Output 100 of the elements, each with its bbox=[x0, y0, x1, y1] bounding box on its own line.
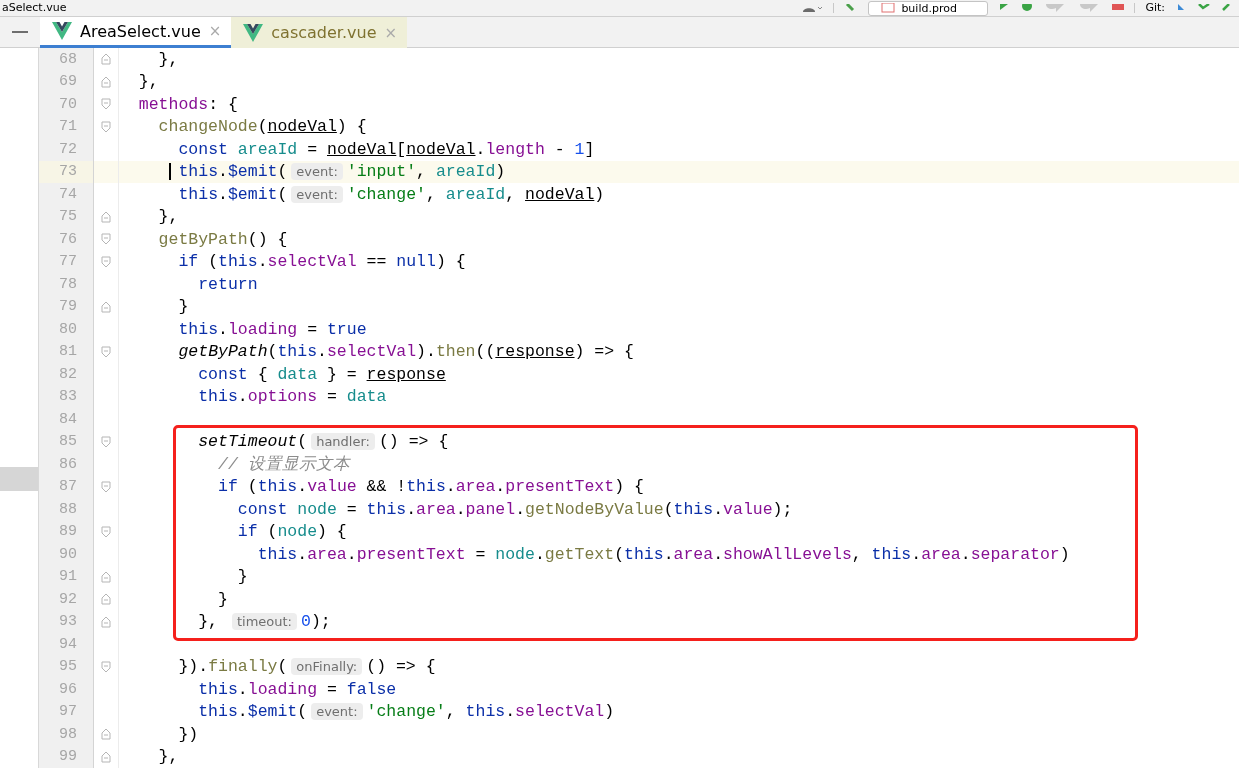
fold-icon[interactable] bbox=[101, 210, 111, 223]
code-text: () => { bbox=[378, 432, 449, 452]
code-text: }, bbox=[198, 612, 220, 632]
parameter-hint: event: bbox=[311, 703, 363, 721]
code-text: 'change', this.selectVal) bbox=[366, 702, 615, 722]
code-text: if (node) { bbox=[237, 522, 347, 542]
line-number: 89 bbox=[58, 523, 77, 541]
line-number: 95 bbox=[58, 658, 77, 676]
line-number: 92 bbox=[58, 590, 77, 608]
line-number: 68 bbox=[58, 50, 77, 68]
line-number: 96 bbox=[58, 680, 77, 698]
vue-logo-icon bbox=[243, 23, 264, 42]
parameter-hint: timeout: bbox=[231, 613, 297, 631]
line-number: 85 bbox=[58, 433, 77, 451]
code-text: changeNode(nodeVal) { bbox=[158, 117, 367, 137]
code-text: }, bbox=[158, 747, 179, 767]
fold-icon[interactable] bbox=[101, 255, 111, 268]
fold-icon[interactable] bbox=[101, 570, 111, 583]
fold-icon[interactable] bbox=[101, 525, 111, 538]
fold-icon[interactable] bbox=[101, 98, 111, 111]
line-number: 88 bbox=[58, 500, 77, 518]
line-number: 99 bbox=[58, 748, 77, 766]
code-text: }, bbox=[158, 49, 179, 69]
parameter-hint: handler: bbox=[311, 433, 375, 451]
fold-icon[interactable] bbox=[101, 480, 111, 493]
line-number: 86 bbox=[58, 455, 77, 473]
line-number: 81 bbox=[58, 343, 77, 361]
fold-icon[interactable] bbox=[101, 53, 111, 66]
line-number: 72 bbox=[58, 140, 77, 158]
line-number: 84 bbox=[58, 410, 77, 428]
code-text: } bbox=[237, 567, 248, 587]
editor-tab[interactable]: AreaSelect.vue × bbox=[40, 17, 232, 48]
run-config-dropdown[interactable]: build.prod bbox=[868, 0, 989, 16]
code-text: }) bbox=[178, 724, 199, 744]
code-text: }, bbox=[158, 207, 179, 227]
parameter-hint: event: bbox=[291, 163, 343, 181]
vue-logo-icon bbox=[52, 22, 72, 40]
text-caret bbox=[168, 163, 171, 181]
line-number: 77 bbox=[58, 253, 77, 271]
fold-icon[interactable] bbox=[101, 233, 111, 246]
fold-icon[interactable] bbox=[101, 435, 111, 448]
line-number: 91 bbox=[58, 568, 77, 586]
line-number: 69 bbox=[58, 73, 77, 91]
commit-check-icon[interactable] bbox=[1197, 4, 1211, 12]
line-number: 76 bbox=[58, 230, 77, 248]
close-icon[interactable]: × bbox=[208, 22, 222, 40]
code-text: const areaId = nodeVal[nodeVal.length - 1] bbox=[178, 139, 595, 159]
fold-icon[interactable] bbox=[101, 120, 111, 133]
code-text: return bbox=[198, 274, 258, 294]
config-file-icon bbox=[881, 3, 896, 13]
user-icon[interactable] bbox=[801, 4, 824, 12]
vcs-label: Git: bbox=[1145, 1, 1165, 15]
code-text: this.loading = false bbox=[198, 679, 397, 699]
fold-icon[interactable] bbox=[101, 750, 111, 763]
code-text: const { data } = response bbox=[198, 364, 446, 384]
code-text: if (this.value && !this.area.presentText) { bbox=[218, 477, 644, 497]
code-text: }, bbox=[138, 72, 159, 92]
code-text: // 设置显示文本 bbox=[218, 454, 350, 476]
line-number: 79 bbox=[58, 298, 77, 316]
fold-icon[interactable] bbox=[101, 300, 111, 313]
code-text: this.$emit( bbox=[178, 162, 288, 182]
line-number: 82 bbox=[58, 365, 77, 383]
update-icon[interactable] bbox=[1175, 4, 1187, 12]
code-text: this.loading = true bbox=[178, 319, 367, 339]
code-text: setTimeout( bbox=[198, 432, 308, 452]
window-title: aSelect.vue bbox=[2, 1, 67, 15]
tab-label: cascader.vue bbox=[271, 23, 377, 42]
code-text: this.options = data bbox=[198, 387, 387, 407]
line-number: 94 bbox=[58, 635, 77, 653]
parameter-hint: event: bbox=[291, 185, 343, 203]
code-text: 'input', areaId) bbox=[346, 162, 506, 182]
fold-icon[interactable] bbox=[101, 345, 111, 358]
code-text: methods: { bbox=[138, 94, 238, 114]
editor-tab[interactable]: cascader.vue × bbox=[231, 17, 408, 48]
fold-icon[interactable] bbox=[101, 593, 111, 606]
code-text: getByPath() { bbox=[158, 229, 288, 249]
code-text: this.area.presentText = node.getText(this.area.showAllLevels, this.area.separator) bbox=[257, 544, 1070, 564]
line-number: 80 bbox=[58, 320, 77, 338]
code-text: 0); bbox=[301, 612, 331, 632]
debug-icon[interactable] bbox=[1020, 4, 1035, 12]
fold-icon[interactable] bbox=[101, 615, 111, 628]
tab-label: AreaSelect.vue bbox=[80, 21, 201, 41]
code-text: } bbox=[218, 589, 228, 609]
stop-icon[interactable] bbox=[1112, 4, 1125, 12]
line-number: 83 bbox=[58, 388, 77, 406]
line-number: 74 bbox=[58, 185, 77, 203]
line-number: 90 bbox=[58, 545, 77, 563]
fold-icon[interactable] bbox=[101, 660, 111, 673]
line-number: 70 bbox=[58, 95, 77, 113]
code-text: } bbox=[178, 297, 189, 317]
code-text: 'change', areaId, nodeVal) bbox=[346, 184, 605, 204]
code-text: const node = this.area.panel.getNodeByValue(this.value); bbox=[237, 499, 793, 519]
code-text: getByPath(this.selectVal).then((response) => { bbox=[178, 342, 634, 362]
code-text: this.$emit( bbox=[198, 702, 308, 722]
line-number: 73 bbox=[58, 163, 77, 181]
fold-icon[interactable] bbox=[101, 75, 111, 88]
code-text: () => { bbox=[366, 657, 436, 677]
fold-icon[interactable] bbox=[101, 728, 111, 741]
line-number: 71 bbox=[58, 118, 77, 136]
code-text: }).finally( bbox=[178, 657, 288, 677]
